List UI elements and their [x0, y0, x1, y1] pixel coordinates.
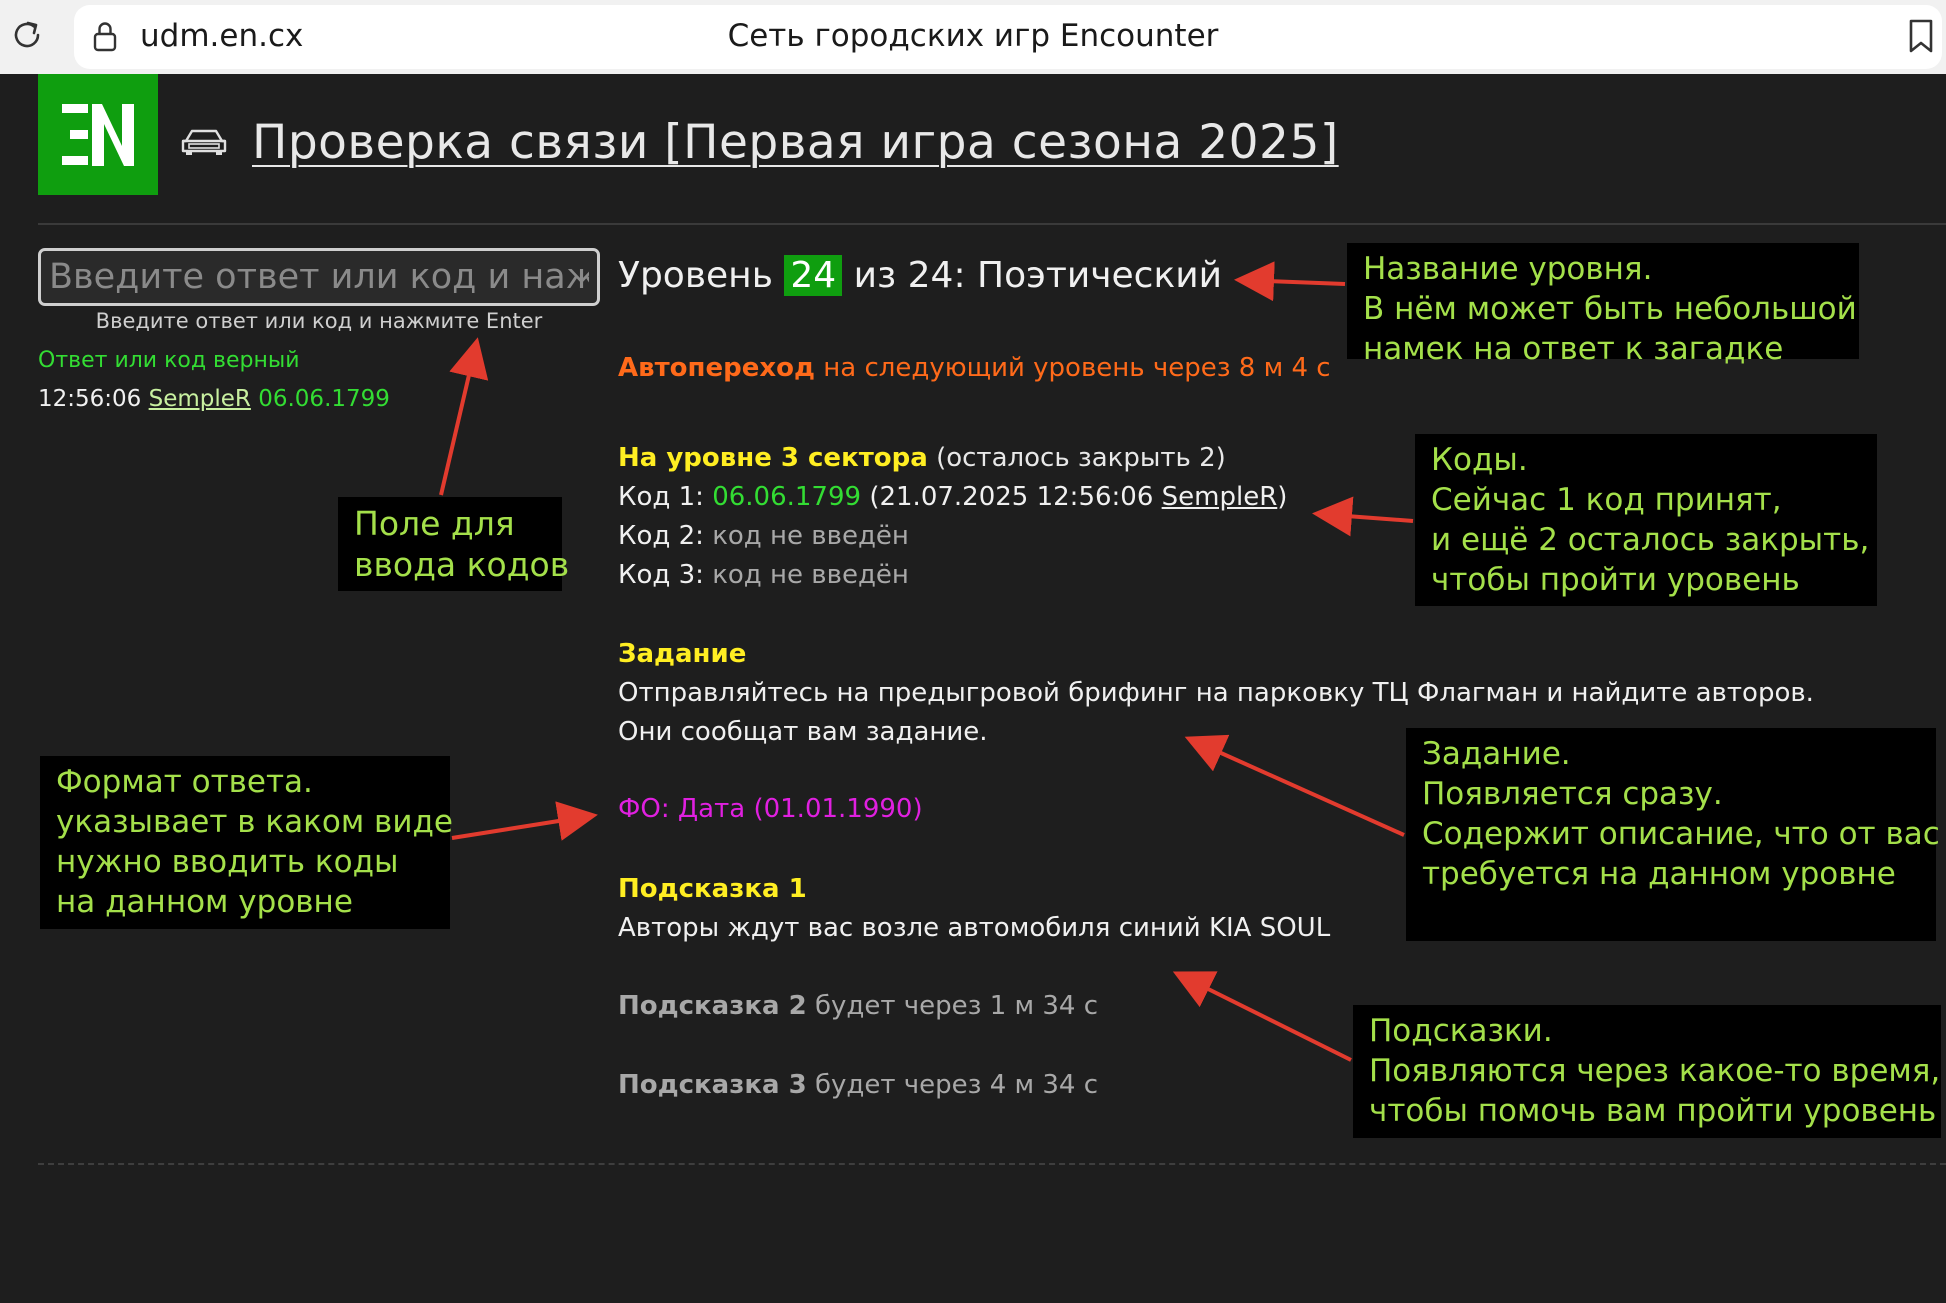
arrow-task: [1184, 734, 1405, 837]
task-text-line-1: Отправляйтесь на предыгровой брифинг на …: [618, 678, 1814, 708]
callout-level-name: Название уровня. В нём может быть неболь…: [1347, 243, 1859, 367]
level-number-badge: 24: [784, 255, 843, 296]
answer-status: Ответ или код верный: [38, 348, 300, 373]
code-user-link[interactable]: SempleR: [1162, 482, 1278, 512]
car-icon: [181, 129, 227, 155]
hint-3-pending: Подсказка 3 будет через 4 м 34 с: [618, 1067, 1098, 1103]
code-row-1: Код 1: 06.06.1799 (21.07.2025 12:56:06 S…: [618, 479, 1287, 515]
level-prefix: Уровень: [618, 255, 773, 296]
answer-input-hint: Введите ответ или код и нажмите Enter: [95, 309, 543, 333]
hint-1-text: Авторы ждут вас возле автомобиля синий K…: [618, 913, 1331, 943]
task-heading: Задание: [618, 639, 747, 669]
arrow-hints: [1172, 971, 1352, 1062]
arrow-format: [451, 801, 598, 841]
autotransition-label: Автопереход: [618, 353, 815, 383]
logo-icon[interactable]: [38, 74, 158, 195]
code-label: Код 1:: [618, 482, 704, 512]
header-divider: [38, 223, 1946, 225]
hint-2-heading: Подсказка 2: [618, 991, 807, 1021]
code-value: код не введён: [712, 521, 909, 551]
hint-2-timer: будет через 1 м 34 с: [814, 991, 1099, 1021]
sectors-heading: На уровне 3 сектора (осталось закрыть 2): [618, 440, 1226, 476]
level-heading: Уровень 24 из 24: Поэтический: [618, 250, 1222, 302]
sectors-count: На уровне 3 сектора: [618, 443, 928, 473]
answer-format: ФО: Дата (01.01.1990): [618, 794, 923, 824]
arrow-input-field: [439, 337, 489, 496]
code-value: код не введён: [712, 560, 909, 590]
hint-3-heading: Подсказка 3: [618, 1070, 807, 1100]
callout-hints: Подсказки. Появляются через какое-то вре…: [1353, 1005, 1941, 1138]
code-meta-close: ): [1277, 482, 1288, 512]
task-text-line-2: Они сообщат вам задание.: [618, 717, 988, 747]
code-label: Код 2:: [618, 521, 704, 551]
answer-input[interactable]: [41, 251, 597, 303]
last-answer-time: 12:56:06: [38, 386, 142, 412]
autotransition-line: Автопереход на следующий уровень через 8…: [618, 350, 1331, 386]
hint-1-heading: Подсказка 1: [618, 874, 807, 904]
lock-icon: [93, 22, 117, 52]
code-label: Код 3:: [618, 560, 704, 590]
hint-2-pending: Подсказка 2 будет через 1 м 34 с: [618, 988, 1098, 1024]
bookmark-icon[interactable]: [1906, 18, 1936, 54]
arrow-codes: [1312, 496, 1414, 537]
last-answer-user-link[interactable]: SempleR: [149, 386, 251, 412]
callout-codes: Коды. Сейчас 1 код принят, и ещё 2 остал…: [1415, 434, 1877, 606]
callout-format: Формат ответа. указывает в каком виде ну…: [40, 756, 453, 929]
callout-task: Задание. Появляется сразу. Содержит опис…: [1406, 728, 1940, 941]
code-meta: (21.07.2025 12:56:06: [869, 482, 1162, 512]
code-value: 06.06.1799: [712, 482, 862, 512]
footer-divider: [38, 1163, 1946, 1165]
reload-icon[interactable]: [8, 16, 46, 54]
level-name: из 24: Поэтический: [853, 255, 1222, 296]
autotransition-text: на следующий уровень через 8 м 4 с: [823, 353, 1331, 383]
callout-input-field: Поле для ввода кодов: [338, 497, 569, 591]
address-bar[interactable]: [74, 5, 1942, 69]
answer-input-box[interactable]: [38, 248, 600, 306]
last-answer-code: 06.06.1799: [258, 386, 390, 412]
sectors-remaining: (осталось закрыть 2): [936, 443, 1226, 473]
url-text[interactable]: udm.en.cx: [140, 14, 303, 58]
arrow-level-name: [1234, 261, 1346, 302]
last-answer-entry: 12:56:06 SempleR 06.06.1799: [38, 384, 390, 414]
hint-3-timer: будет через 4 м 34 с: [814, 1070, 1099, 1100]
code-row-3: Код 3: код не введён: [618, 557, 909, 593]
game-title-link[interactable]: Проверка связи [Первая игра сезона 2025]: [252, 112, 1339, 174]
code-row-2: Код 2: код не введён: [618, 518, 909, 554]
